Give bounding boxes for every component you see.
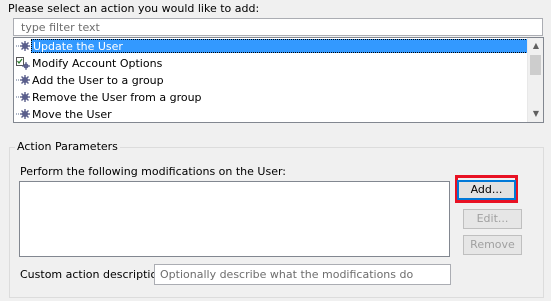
list-item-label: Remove the User from a group [32,91,202,104]
list-item-label: Update the User [31,39,528,53]
edit-button[interactable]: Edit... [463,209,522,229]
remove-button[interactable]: Remove [463,235,522,255]
list-item-label: Add the User to a group [32,74,164,87]
list-item[interactable]: Update the User [14,38,529,55]
gear-icon [16,40,30,53]
modifications-list[interactable] [19,181,450,257]
filter-input[interactable] [13,18,543,36]
modifications-label: Perform the following modifications on t… [20,165,287,178]
list-item[interactable]: Modify Account Options [14,55,529,72]
scroll-up-icon[interactable]: ▲ [528,38,543,54]
gear-icon [16,108,30,121]
custom-desc-label: Custom action description: [20,268,168,281]
list-scrollbar[interactable]: ▲ ▼ [527,38,543,122]
list-item[interactable]: Add the User to a group [14,72,529,89]
add-button[interactable]: Add... [457,180,516,200]
gear-icon [16,91,30,104]
scrollbar-thumb[interactable] [530,55,541,75]
action-prompt-label: Please select an action you would like t… [8,2,260,15]
gear-icon [16,74,30,87]
list-item[interactable]: Remove the User from a group [14,89,529,106]
list-item-label: Modify Account Options [32,57,163,70]
group-title: Action Parameters [15,140,120,153]
checklist-gear-icon [16,57,30,70]
scroll-down-icon[interactable]: ▼ [528,106,543,122]
list-item[interactable]: Move the User [14,106,529,122]
action-list[interactable]: Update the User Modify Account Options A… [13,37,544,123]
custom-desc-input[interactable] [154,264,451,285]
list-item-label: Move the User [32,108,112,121]
